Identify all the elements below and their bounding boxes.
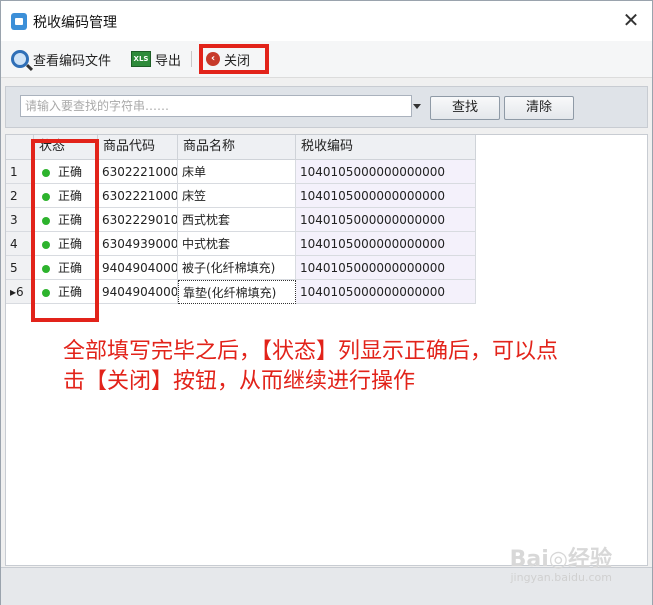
product-name-cell[interactable]: 被子(化纤棉填充) [178,256,296,280]
status-ok-icon [42,216,50,225]
tax-code-cell[interactable]: 1040105000000000000 [296,280,476,304]
view-code-file-label: 查看编码文件 [33,53,112,69]
window-close-button[interactable]: ✕ [618,7,644,33]
chevron-down-icon[interactable] [413,104,421,109]
annotation-text: 全部填写完毕之后，【状态】列显示正确后，可以点 击【关闭】按钮，从而继续进行操作 [63,337,643,397]
search-input[interactable] [20,95,412,117]
status-ok-icon [42,168,50,177]
baidu-watermark-url: jingyan.baidu.com [510,571,612,584]
status-ok-icon [42,264,50,273]
close-button[interactable]: ‹ 关闭 [206,47,250,71]
tax-code-cell[interactable]: 1040105000000000000 [296,184,476,208]
status-ok-icon [42,192,50,201]
annotation-line-2: 击【关闭】按钮，从而继续进行操作 [63,369,416,394]
row-number: 5 [6,256,34,280]
window-title: 税收编码管理 [33,15,117,31]
product-code-cell[interactable]: 9404904000 [98,280,178,304]
table-row[interactable]: 3 正确 6302229010 西式枕套 1040105000000000000 [6,208,476,232]
row-number: 3 [6,208,34,232]
toolbar: 查看编码文件 XLS 导出 ‹ 关闭 [1,41,652,78]
status-ok-icon [42,240,50,249]
product-code-cell[interactable]: 6302221000 [98,160,178,184]
status-text: 正确 [58,189,83,203]
row-number: ▸6 [6,280,34,304]
status-cell: 正确 [34,256,98,280]
table-row-selected[interactable]: ▸6 正确 9404904000 靠垫(化纤棉填充) 1040105000000… [6,280,476,304]
status-cell: 正确 [34,280,98,304]
excel-icon: XLS [131,51,151,67]
app-icon [11,13,27,30]
baidu-watermark: Bai◎经验 [509,547,612,572]
close-circle-icon: ‹ [206,52,220,66]
tax-code-cell[interactable]: 1040105000000000000 [296,232,476,256]
status-text: 正确 [58,165,83,179]
status-cell: 正确 [34,160,98,184]
header-rownum [6,135,34,159]
product-name-cell[interactable]: 床单 [178,160,296,184]
clear-button[interactable]: 清除 [504,96,574,120]
table-row[interactable]: 1 正确 6302221000 床单 1040105000000000000 [6,160,476,184]
row-number: 4 [6,232,34,256]
product-name-cell[interactable]: 中式枕套 [178,232,296,256]
find-button[interactable]: 查找 [430,96,500,120]
tax-code-cell[interactable]: 1040105000000000000 [296,256,476,280]
header-product-name[interactable]: 商品名称 [178,135,296,159]
search-panel: 查找 清除 [5,86,648,128]
status-text: 正确 [58,285,83,299]
product-code-cell[interactable]: 9404904000 [98,256,178,280]
status-cell: 正确 [34,232,98,256]
product-name-cell[interactable]: 床笠 [178,184,296,208]
row-number: 2 [6,184,34,208]
tax-code-window: 税收编码管理 ✕ 查看编码文件 XLS 导出 ‹ 关闭 查找 清除 状态 商品代… [0,0,653,605]
table-row[interactable]: 2 正确 6302221000 床笠 1040105000000000000 [6,184,476,208]
product-code-cell[interactable]: 6302229010 [98,208,178,232]
close-label: 关闭 [224,53,251,69]
title-bar: 税收编码管理 ✕ [1,1,652,41]
status-cell: 正确 [34,184,98,208]
toolbar-separator [191,51,192,67]
annotation-line-1: 全部填写完毕之后，【状态】列显示正确后，可以点 [63,339,559,364]
table-header: 状态 商品代码 商品名称 税收编码 [6,135,476,160]
status-text: 正确 [58,237,83,251]
header-product-code[interactable]: 商品代码 [98,135,178,159]
search-icon [11,50,29,68]
view-code-file-button[interactable]: 查看编码文件 [11,47,111,71]
export-button[interactable]: XLS 导出 [131,47,181,71]
product-code-cell[interactable]: 6302221000 [98,184,178,208]
status-text: 正确 [58,213,83,227]
status-cell: 正确 [34,208,98,232]
tax-code-cell[interactable]: 1040105000000000000 [296,160,476,184]
table-row[interactable]: 4 正确 6304939000 中式枕套 1040105000000000000 [6,232,476,256]
tax-code-cell[interactable]: 1040105000000000000 [296,208,476,232]
product-code-cell[interactable]: 6304939000 [98,232,178,256]
product-name-cell[interactable]: 靠垫(化纤棉填充) [178,280,296,304]
status-ok-icon [42,288,50,297]
status-text: 正确 [58,261,83,275]
export-label: 导出 [155,53,182,69]
header-tax-code[interactable]: 税收编码 [296,135,476,159]
product-name-cell[interactable]: 西式枕套 [178,208,296,232]
row-number: 1 [6,160,34,184]
header-status[interactable]: 状态 [34,135,98,159]
table-row[interactable]: 5 正确 9404904000 被子(化纤棉填充) 10401050000000… [6,256,476,280]
